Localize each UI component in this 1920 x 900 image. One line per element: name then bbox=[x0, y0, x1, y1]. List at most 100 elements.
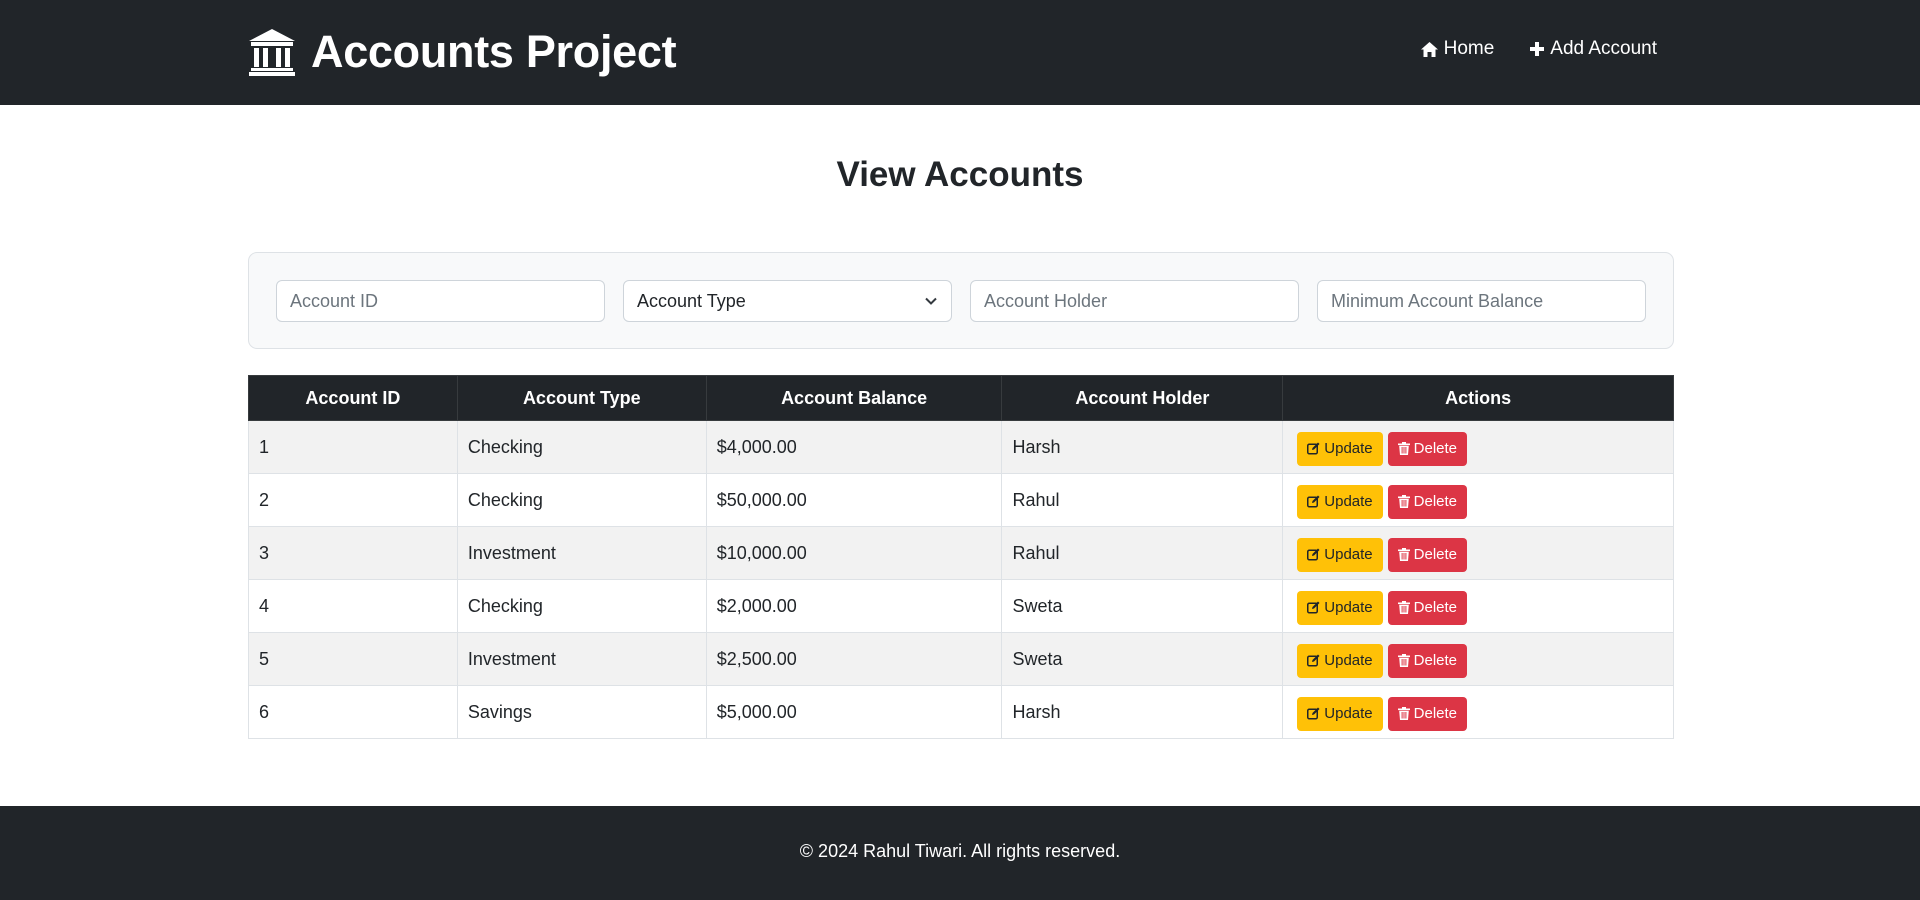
cell-account-type: Checking bbox=[456, 473, 707, 527]
accounts-table: Account ID Account Type Account Balance … bbox=[248, 375, 1674, 739]
delete-button[interactable]: Delete bbox=[1387, 484, 1467, 519]
nav-links: Home Add Account bbox=[1420, 38, 1657, 60]
cell-account-id: 3 bbox=[248, 526, 458, 580]
table-row: 5 Investment $2,500.00 Sweta Update Delete bbox=[248, 632, 1674, 686]
footer: © 2024 Rahul Tiwari. All rights reserved… bbox=[0, 806, 1920, 900]
update-button-label: Update bbox=[1324, 599, 1373, 616]
cell-account-balance: $50,000.00 bbox=[705, 473, 1003, 527]
edit-icon bbox=[1307, 654, 1320, 667]
header-account-holder: Account Holder bbox=[1001, 375, 1284, 421]
bank-icon bbox=[249, 29, 295, 76]
table-row: 6 Savings $5,000.00 Harsh Update Delete bbox=[248, 685, 1674, 739]
table-row: 1 Checking $4,000.00 Harsh Update Delete bbox=[248, 420, 1674, 474]
filter-panel: Account Type bbox=[248, 252, 1674, 349]
cell-actions: Update Delete bbox=[1282, 473, 1674, 527]
cell-account-type: Investment bbox=[456, 632, 707, 686]
cell-account-holder: Sweta bbox=[1001, 579, 1284, 633]
cell-actions: Update Delete bbox=[1282, 526, 1674, 580]
update-button[interactable]: Update bbox=[1297, 431, 1383, 466]
update-button-label: Update bbox=[1324, 440, 1373, 457]
cell-account-type: Checking bbox=[456, 579, 707, 633]
nav-add-account-link[interactable]: Add Account bbox=[1530, 38, 1657, 60]
plus-icon bbox=[1530, 42, 1545, 56]
table-header: Account ID Account Type Account Balance … bbox=[248, 375, 1674, 421]
cell-account-id: 2 bbox=[248, 473, 458, 527]
cell-account-id: 6 bbox=[248, 685, 458, 739]
table-row: 3 Investment $10,000.00 Rahul Update Delete bbox=[248, 526, 1674, 580]
cell-account-id: 4 bbox=[248, 579, 458, 633]
update-button-label: Update bbox=[1324, 652, 1373, 669]
min-balance-filter-input[interactable] bbox=[1317, 280, 1646, 322]
header-account-balance: Account Balance bbox=[705, 375, 1003, 421]
delete-button-label: Delete bbox=[1413, 440, 1457, 457]
delete-button[interactable]: Delete bbox=[1387, 431, 1467, 466]
update-button-label: Update bbox=[1324, 546, 1373, 563]
trash-icon bbox=[1397, 495, 1410, 508]
page-title: View Accounts bbox=[836, 155, 1084, 194]
cell-account-type: Investment bbox=[456, 526, 707, 580]
update-button-label: Update bbox=[1324, 705, 1373, 722]
footer-copyright: © 2024 Rahul Tiwari. All rights reserved… bbox=[799, 841, 1121, 861]
account-type-select[interactable]: Account Type bbox=[623, 280, 952, 322]
cell-account-balance: $2,000.00 bbox=[705, 579, 1003, 633]
cell-account-balance: $10,000.00 bbox=[705, 526, 1003, 580]
table-row: 4 Checking $2,000.00 Sweta Update Delete bbox=[248, 579, 1674, 633]
edit-icon bbox=[1307, 707, 1320, 720]
cell-account-id: 5 bbox=[248, 632, 458, 686]
update-button[interactable]: Update bbox=[1297, 643, 1383, 678]
delete-button-label: Delete bbox=[1413, 652, 1457, 669]
cell-account-balance: $5,000.00 bbox=[705, 685, 1003, 739]
delete-button-label: Delete bbox=[1413, 546, 1457, 563]
nav-home-label: Home bbox=[1443, 38, 1495, 59]
update-button[interactable]: Update bbox=[1297, 696, 1383, 731]
account-holder-filter-input[interactable] bbox=[970, 280, 1299, 322]
delete-button[interactable]: Delete bbox=[1387, 537, 1467, 572]
cell-account-holder: Sweta bbox=[1001, 632, 1284, 686]
account-type-select-value: Account Type bbox=[637, 290, 746, 311]
trash-icon bbox=[1397, 707, 1410, 720]
cell-actions: Update Delete bbox=[1282, 632, 1674, 686]
cell-account-holder: Rahul bbox=[1001, 526, 1284, 580]
update-button-label: Update bbox=[1324, 493, 1373, 510]
trash-icon bbox=[1397, 548, 1410, 561]
nav-home-link[interactable]: Home bbox=[1420, 38, 1495, 60]
delete-button-label: Delete bbox=[1413, 599, 1457, 616]
header-account-id: Account ID bbox=[248, 375, 458, 421]
edit-icon bbox=[1307, 495, 1320, 508]
nav-add-account-label: Add Account bbox=[1550, 38, 1657, 59]
delete-button[interactable]: Delete bbox=[1387, 696, 1467, 731]
trash-icon bbox=[1397, 654, 1410, 667]
cell-actions: Update Delete bbox=[1282, 685, 1674, 739]
header-account-type: Account Type bbox=[456, 375, 707, 421]
header-actions: Actions bbox=[1282, 375, 1674, 421]
delete-button[interactable]: Delete bbox=[1387, 643, 1467, 678]
cell-account-holder: Harsh bbox=[1001, 685, 1284, 739]
update-button[interactable]: Update bbox=[1297, 537, 1383, 572]
table-body: 1 Checking $4,000.00 Harsh Update Delete 2 Chec… bbox=[248, 420, 1674, 739]
cell-account-type: Checking bbox=[456, 420, 707, 474]
chevron-down-icon bbox=[925, 297, 937, 305]
edit-icon bbox=[1307, 442, 1320, 455]
delete-button-label: Delete bbox=[1413, 705, 1457, 722]
update-button[interactable]: Update bbox=[1297, 590, 1383, 625]
cell-account-balance: $4,000.00 bbox=[705, 420, 1003, 474]
trash-icon bbox=[1397, 442, 1410, 455]
brand-link[interactable]: Accounts Project bbox=[247, 26, 677, 78]
cell-account-balance: $2,500.00 bbox=[705, 632, 1003, 686]
table-row: 2 Checking $50,000.00 Rahul Update Delete bbox=[248, 473, 1674, 527]
trash-icon bbox=[1397, 601, 1410, 614]
edit-icon bbox=[1307, 601, 1320, 614]
cell-account-id: 1 bbox=[248, 420, 458, 474]
delete-button[interactable]: Delete bbox=[1387, 590, 1467, 625]
cell-actions: Update Delete bbox=[1282, 579, 1674, 633]
account-id-filter-input[interactable] bbox=[276, 280, 605, 322]
edit-icon bbox=[1307, 548, 1320, 561]
cell-account-holder: Rahul bbox=[1001, 473, 1284, 527]
cell-account-type: Savings bbox=[456, 685, 707, 739]
home-icon bbox=[1420, 41, 1438, 57]
delete-button-label: Delete bbox=[1413, 493, 1457, 510]
update-button[interactable]: Update bbox=[1297, 484, 1383, 519]
navbar: Accounts Project Home Add Account bbox=[0, 0, 1920, 105]
brand-title: Accounts Project bbox=[311, 26, 677, 77]
cell-actions: Update Delete bbox=[1282, 420, 1674, 474]
